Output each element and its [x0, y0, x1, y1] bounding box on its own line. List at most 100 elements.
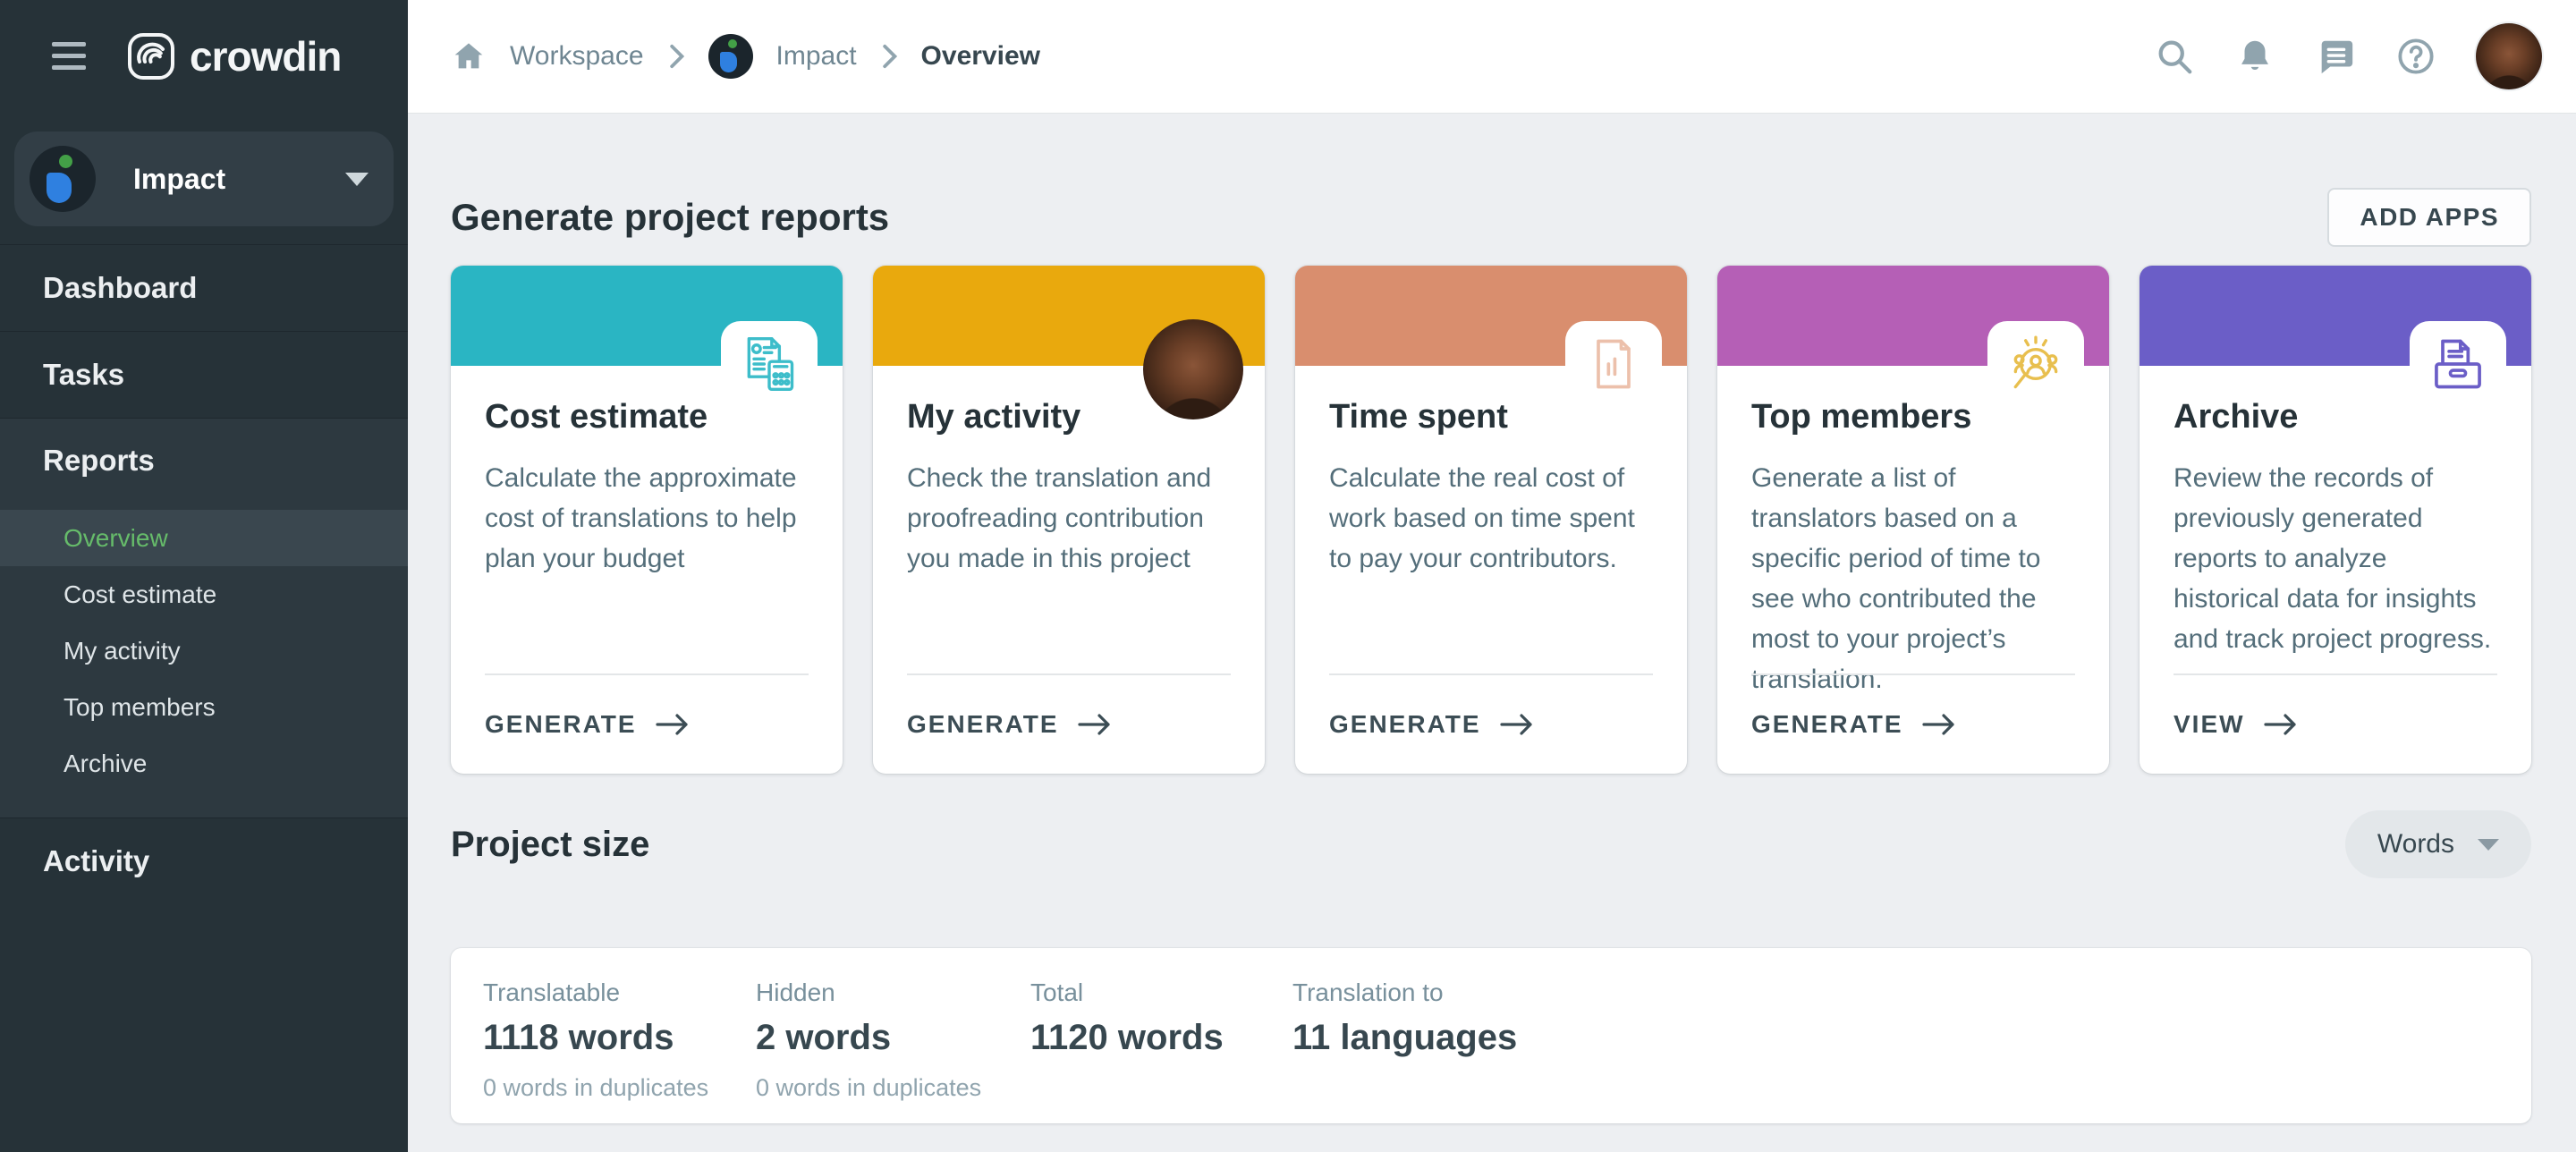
page-title: Generate project reports [451, 196, 889, 239]
breadcrumb: Workspace Impact Overview [451, 34, 1040, 79]
arrow-right-icon [1499, 712, 1535, 737]
breadcrumb-current-page: Overview [921, 41, 1040, 72]
project-avatar [30, 146, 96, 212]
project-size-title: Project size [451, 825, 649, 865]
card-title: Time spent [1329, 398, 1653, 436]
card-description: Calculate the real cost of work based on… [1329, 458, 1653, 579]
card-time-spent[interactable]: Time spent Calculate the real cost of wo… [1295, 266, 1687, 774]
user-avatar[interactable] [2476, 23, 2542, 89]
reports-submenu: Overview Cost estimate My activity Top m… [0, 503, 408, 792]
report-cards: Cost estimate Calculate the approximate … [451, 266, 2531, 774]
card-body: Time spent Calculate the real cost of wo… [1295, 366, 1687, 579]
stat-note: 0 words in duplicates [483, 1074, 756, 1102]
stat-label: Total [1030, 978, 1292, 1007]
sidebar-item-activity[interactable]: Activity [0, 817, 408, 904]
stat-value: 2 words [756, 1018, 1030, 1058]
project-size-header: Project size Words [451, 803, 2531, 885]
stat-value: 11 languages [1292, 1018, 1565, 1058]
generate-button[interactable]: GENERATE [1329, 710, 1535, 739]
card-body: Top members Generate a list of translato… [1717, 366, 2109, 699]
crowdin-logo[interactable]: crowdin [127, 32, 341, 80]
card-archive[interactable]: Archive Review the records of previously… [2140, 266, 2531, 774]
messages-icon[interactable] [2315, 36, 2356, 77]
generate-label: GENERATE [485, 710, 637, 739]
add-apps-button[interactable]: ADD APPS [2327, 188, 2531, 247]
project-size-panel: Translatable 1118 words 0 words in dupli… [451, 948, 2531, 1123]
generate-label: GENERATE [1751, 710, 1903, 739]
card-title: Top members [1751, 398, 2075, 436]
crowdin-logo-icon [127, 32, 175, 80]
arrow-right-icon [2263, 712, 2299, 737]
main-content: Generate project reports ADD APPS Cost e… [408, 114, 2576, 1152]
search-members-icon [2005, 334, 2066, 394]
search-icon[interactable] [2154, 36, 2195, 77]
card-my-activity[interactable]: My activity Check the translation and pr… [873, 266, 1265, 774]
unit-selector-value: Words [2377, 829, 2454, 860]
chevron-right-icon [880, 42, 898, 71]
topbar-actions [2154, 23, 2542, 89]
document-chart-icon [1583, 334, 1644, 394]
stat-label: Hidden [756, 978, 1030, 1007]
sidebar-item-dashboard[interactable]: Dashboard [0, 244, 408, 331]
chevron-down-icon [345, 173, 369, 186]
arrow-right-icon [655, 712, 691, 737]
page-header: Generate project reports ADD APPS [451, 179, 2531, 256]
user-photo [1143, 319, 1243, 419]
view-label: VIEW [2174, 710, 2245, 739]
sidebar-top: crowdin [0, 0, 408, 114]
arrow-right-icon [1921, 712, 1957, 737]
breadcrumb-project-avatar [708, 34, 753, 79]
card-footer: GENERATE [485, 673, 809, 774]
breadcrumb-workspace[interactable]: Workspace [510, 41, 644, 72]
card-description: Check the translation and proofreading c… [907, 458, 1231, 579]
card-footer: GENERATE [907, 673, 1231, 774]
hamburger-menu-icon[interactable] [52, 42, 86, 72]
stat-value: 1118 words [483, 1018, 756, 1058]
card-top-members[interactable]: Top members Generate a list of translato… [1717, 266, 2109, 774]
stat-label: Translatable [483, 978, 756, 1007]
card-body: Cost estimate Calculate the approximate … [451, 366, 843, 579]
generate-button[interactable]: GENERATE [907, 710, 1113, 739]
invoice-calculator-icon [739, 334, 800, 394]
project-name: Impact [133, 163, 345, 196]
chevron-right-icon [667, 42, 685, 71]
generate-label: GENERATE [907, 710, 1059, 739]
sidebar-item-tasks[interactable]: Tasks [0, 331, 408, 418]
card-title: Archive [2174, 398, 2497, 436]
sidebar-group-reports: Reports Overview Cost estimate My activi… [0, 418, 408, 817]
card-description: Calculate the approximate cost of transl… [485, 458, 809, 579]
breadcrumb-project[interactable]: Impact [776, 41, 857, 72]
card-footer: GENERATE [1329, 673, 1653, 774]
sidebar-item-cost-estimate[interactable]: Cost estimate [0, 566, 408, 623]
generate-button[interactable]: GENERATE [485, 710, 691, 739]
card-footer: VIEW [2174, 673, 2497, 774]
crowdin-wordmark: crowdin [190, 32, 341, 80]
home-icon[interactable] [451, 38, 487, 74]
sidebar-item-overview[interactable]: Overview [0, 510, 408, 566]
help-icon[interactable] [2395, 36, 2436, 77]
topbar: Workspace Impact Overview [408, 0, 2576, 114]
sidebar-item-reports[interactable]: Reports [0, 419, 408, 503]
sidebar-item-my-activity[interactable]: My activity [0, 623, 408, 679]
stat-note: 0 words in duplicates [756, 1074, 1030, 1102]
stat-translation-to: Translation to 11 languages [1292, 978, 1565, 1123]
unit-selector-dropdown[interactable]: Words [2345, 810, 2531, 878]
card-description: Review the records of previously generat… [2174, 458, 2497, 659]
notifications-bell-icon[interactable] [2234, 36, 2275, 77]
sidebar-item-archive[interactable]: Archive [0, 735, 408, 792]
stat-translatable: Translatable 1118 words 0 words in dupli… [483, 978, 756, 1123]
stat-label: Translation to [1292, 978, 1565, 1007]
generate-button[interactable]: GENERATE [1751, 710, 1957, 739]
sidebar-item-top-members[interactable]: Top members [0, 679, 408, 735]
card-body: Archive Review the records of previously… [2140, 366, 2531, 659]
card-cost-estimate[interactable]: Cost estimate Calculate the approximate … [451, 266, 843, 774]
view-button[interactable]: VIEW [2174, 710, 2299, 739]
card-description: Generate a list of translators based on … [1751, 458, 2075, 699]
chevron-down-icon [2478, 839, 2499, 851]
project-selector[interactable]: Impact [14, 131, 394, 226]
archive-box-icon [2428, 334, 2488, 394]
stat-hidden: Hidden 2 words 0 words in duplicates [756, 978, 1030, 1123]
generate-label: GENERATE [1329, 710, 1481, 739]
arrow-right-icon [1077, 712, 1113, 737]
stat-value: 1120 words [1030, 1018, 1292, 1058]
